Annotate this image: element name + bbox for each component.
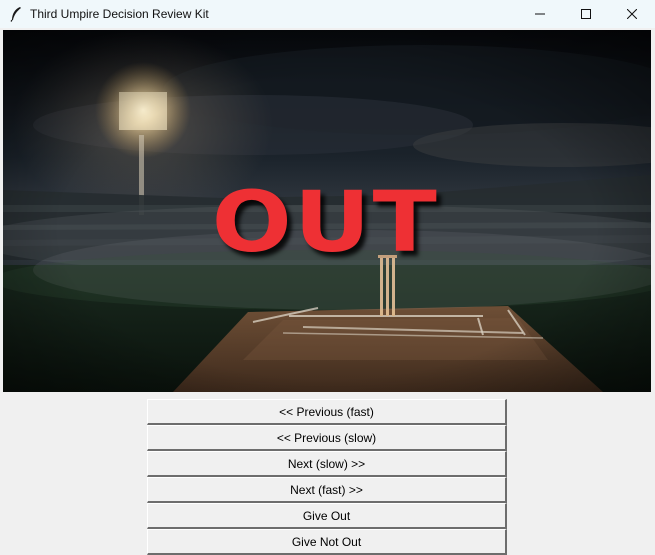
maximize-icon — [581, 9, 591, 19]
previous-slow-button[interactable]: << Previous (slow) — [147, 425, 507, 451]
decision-text: OUT — [211, 173, 440, 271]
maximize-button[interactable] — [563, 0, 609, 28]
close-icon — [627, 9, 637, 19]
next-slow-button[interactable]: Next (slow) >> — [147, 451, 507, 477]
title-bar[interactable]: Third Umpire Decision Review Kit — [0, 0, 655, 28]
previous-fast-button[interactable]: << Previous (fast) — [147, 399, 507, 425]
next-fast-button[interactable]: Next (fast) >> — [147, 477, 507, 503]
feather-icon — [8, 6, 24, 22]
app-window: Third Umpire Decision Review Kit OUT << … — [0, 0, 655, 555]
review-controls: << Previous (fast) << Previous (slow) Ne… — [147, 399, 507, 555]
window-controls — [517, 0, 655, 28]
minimize-icon — [535, 13, 545, 15]
close-button[interactable] — [609, 0, 655, 28]
review-image: OUT — [3, 30, 651, 392]
minimize-button[interactable] — [517, 0, 563, 28]
window-title: Third Umpire Decision Review Kit — [30, 7, 209, 21]
give-out-button[interactable]: Give Out — [147, 503, 507, 529]
give-not-out-button[interactable]: Give Not Out — [147, 529, 507, 555]
